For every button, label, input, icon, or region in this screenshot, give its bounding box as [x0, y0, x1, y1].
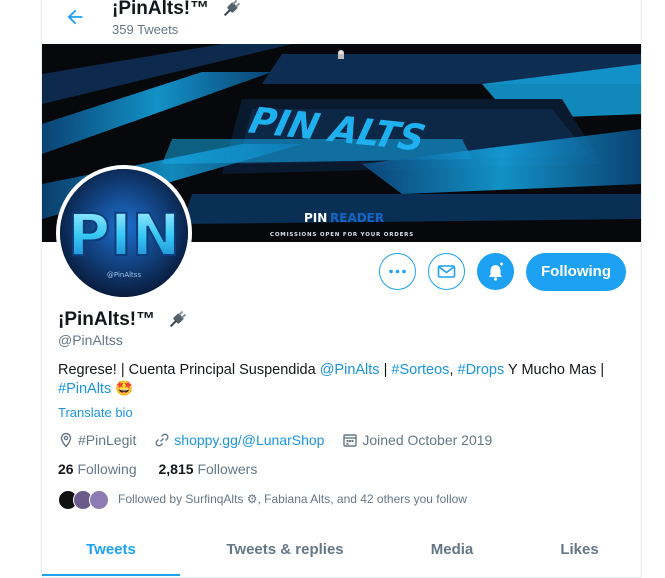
avatar-text: PIN	[68, 201, 181, 269]
bio-text-2: Y Mucho Mas |	[504, 362, 605, 378]
banner-brand-left: PIN	[304, 211, 327, 225]
follower-avatars	[58, 490, 109, 510]
profile-display-name: ¡PinAlts!™	[58, 309, 156, 331]
joined-text: Joined October 2019	[362, 432, 493, 449]
banner-brand-right: READER	[330, 211, 384, 225]
following-button[interactable]: Following	[526, 253, 626, 291]
followers-stat[interactable]: 2,815 Followers	[159, 461, 258, 477]
bio-hashtag-pinalts[interactable]: #PinAlts	[58, 381, 111, 397]
tweet-count: 359 Tweets	[112, 22, 179, 37]
banner-tagline: COMISSIONS OPEN FOR YOUR ORDERS	[270, 232, 414, 238]
calendar-icon	[343, 434, 358, 447]
tab-media[interactable]: Media	[402, 530, 502, 575]
followers-count: 2,815	[158, 461, 194, 477]
follow-stats: 26 Following 2,815 Followers	[58, 461, 257, 477]
avatar[interactable]: PIN @PinAltss	[56, 165, 192, 301]
location-pin-icon	[60, 433, 72, 448]
website-link[interactable]: shoppy.gg/@LunarShop	[174, 432, 324, 448]
profile-name-row: ¡PinAlts!™	[58, 309, 188, 331]
tab-likes[interactable]: Likes	[532, 530, 627, 575]
profile-handle: @PinAltss	[58, 332, 123, 348]
bio-text-1: Regrese! | Cuenta Principal Suspendida	[58, 362, 320, 378]
bio-separator-1: |	[379, 362, 392, 378]
joined-item: Joined October 2019	[342, 432, 492, 448]
active-tab-indicator	[42, 574, 180, 576]
following-label: Following	[77, 461, 137, 477]
plug-icon	[224, 0, 241, 17]
following-stat[interactable]: 26 Following	[58, 461, 137, 477]
website-item: shoppy.gg/@LunarShop	[154, 432, 324, 448]
message-button[interactable]	[428, 253, 465, 290]
translate-bio-link[interactable]: Translate bio	[58, 405, 133, 420]
location-text: #PinLegit	[78, 432, 137, 449]
notifications-button[interactable]	[477, 253, 514, 290]
more-options-button[interactable]	[379, 253, 416, 290]
tab-tweets[interactable]: Tweets	[42, 530, 180, 575]
header-display-name: ¡PinAlts!™	[112, 0, 210, 20]
bio-hashtag-drops[interactable]: #Drops	[458, 362, 505, 378]
bio-mention-link[interactable]: @PinAlts	[320, 362, 380, 378]
star-struck-emoji: 🤩	[115, 381, 134, 397]
followers-label: Followers	[197, 461, 258, 477]
link-icon	[155, 433, 169, 447]
profile-bio: Regrese! | Cuenta Principal Suspendida @…	[58, 361, 628, 399]
back-arrow-icon[interactable]	[64, 6, 86, 28]
envelope-icon	[437, 265, 456, 278]
plug-icon	[170, 310, 187, 328]
followed-by-row[interactable]: Followed by SurfinqAlts ⚙, Fabiana Alts,…	[58, 490, 467, 510]
profile-tabs: Tweets Tweets & replies Media Likes	[42, 530, 641, 578]
bell-plus-icon	[489, 262, 503, 281]
bio-hashtag-sorteos[interactable]: #Sorteos	[391, 362, 449, 378]
followed-by-text: Followed by SurfinqAlts ⚙, Fabiana Alts,…	[118, 492, 467, 507]
profile-column: ¡PinAlts!™ 359 Tweets PIN ALTS PIN READE…	[41, 0, 642, 578]
follower-avatar	[88, 490, 109, 510]
header-title: ¡PinAlts!™	[112, 0, 242, 20]
more-dots-icon	[389, 269, 406, 274]
avatar-art: PIN @PinAltss	[60, 169, 188, 297]
location-item: #PinLegit	[58, 432, 136, 448]
bio-separator-2: ,	[449, 362, 458, 378]
profile-header: ¡PinAlts!™ 359 Tweets	[42, 0, 641, 44]
profile-meta: #PinLegit shoppy.gg/@LunarShop Joined Oc…	[58, 431, 506, 448]
tab-tweets-and-replies[interactable]: Tweets & replies	[204, 530, 366, 575]
avatar-watermark: @PinAltss	[107, 271, 142, 279]
following-count: 26	[58, 461, 74, 477]
